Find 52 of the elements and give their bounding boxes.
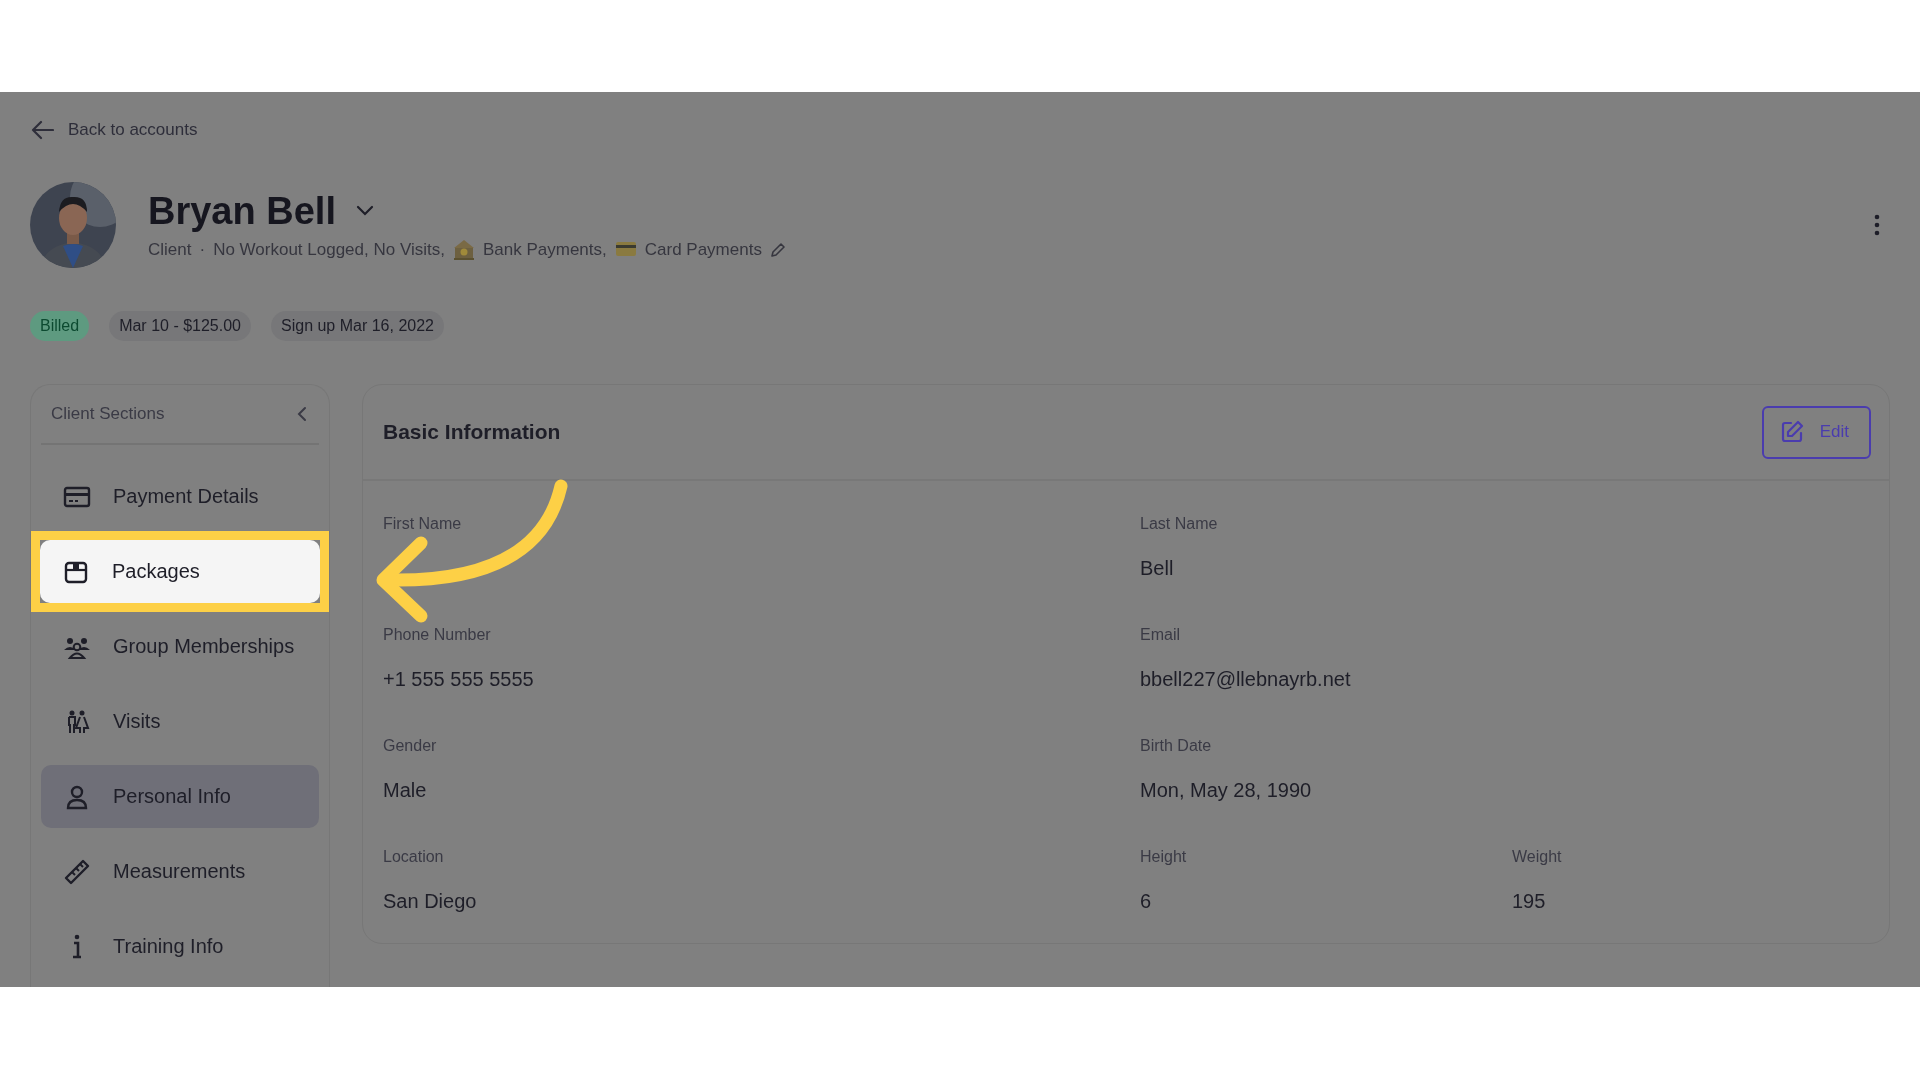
- edit-icon: [1779, 420, 1804, 444]
- info-icon: [71, 934, 83, 959]
- sidebar-label: Payment Details: [113, 485, 259, 508]
- back-link[interactable]: Back to accounts: [68, 120, 198, 140]
- collapse-icon[interactable]: [297, 406, 307, 422]
- info-chip: Mar 10 - $125.00: [109, 311, 251, 341]
- field-label: Email: [1140, 626, 1180, 644]
- field-value: 195: [1512, 890, 1546, 913]
- field-label: Birth Date: [1140, 737, 1212, 755]
- sidebar-item[interactable]: Training Info: [41, 915, 319, 978]
- field-label: Gender: [383, 737, 437, 755]
- field-value: San Diego: [383, 890, 477, 913]
- chevron-down-icon[interactable]: [355, 205, 374, 217]
- back-arrow-icon[interactable]: [30, 120, 54, 140]
- sidebar-item[interactable]: Payment Details: [41, 465, 319, 528]
- sidebar-item[interactable]: Visits: [41, 690, 319, 753]
- sidebar-label: Measurements: [113, 860, 246, 883]
- field-label: Location: [383, 848, 444, 866]
- field-label: First Name: [383, 515, 462, 533]
- status-tag: Card Payments: [644, 239, 762, 260]
- sidebar-label: Group Memberships: [113, 635, 295, 658]
- field-value: 6: [1140, 890, 1152, 913]
- field-label: Weight: [1512, 848, 1562, 866]
- status-tag: No Workout Logged, No Visits,: [213, 239, 445, 260]
- separator-dot: ·: [199, 239, 206, 260]
- field-value: Bell: [1140, 557, 1174, 580]
- status-badge: Billed: [30, 311, 90, 341]
- sidebar-label: Visits: [113, 710, 161, 733]
- bank-icon: [452, 238, 475, 261]
- field-value: bbell227@llebnayrb.net: [1140, 668, 1351, 691]
- field-value: Male: [383, 779, 427, 802]
- sidebar-title: Client Sections: [51, 404, 165, 424]
- field-label: Last Name: [1140, 515, 1218, 533]
- client-name: Bryan Bell: [148, 189, 336, 233]
- field-value: +1 555 555 5555: [383, 668, 534, 691]
- section-title: Basic Information: [383, 420, 561, 444]
- client-role: Client: [148, 239, 192, 260]
- sidebar-item[interactable]: Group Memberships: [41, 615, 319, 678]
- sidebar-item[interactable]: Personal Info: [41, 765, 319, 828]
- sidebar-item[interactable]: Packages: [40, 540, 320, 603]
- sidebar-label: Training Info: [113, 935, 224, 958]
- field-label: Height: [1140, 848, 1187, 866]
- info-chip: Sign up Mar 16, 2022: [271, 311, 444, 341]
- pencil-icon[interactable]: [769, 241, 786, 258]
- field-value: Mon, May 28, 1990: [1140, 779, 1312, 802]
- sidebar-item[interactable]: Measurements: [41, 840, 319, 903]
- sidebar-label: Personal Info: [113, 785, 231, 808]
- more-icon[interactable]: [1874, 214, 1880, 236]
- ruler-icon: [63, 857, 91, 886]
- field-label: Phone Number: [383, 626, 491, 644]
- status-tag: Bank Payments,: [482, 239, 607, 260]
- sidebar-label: Packages: [112, 560, 200, 583]
